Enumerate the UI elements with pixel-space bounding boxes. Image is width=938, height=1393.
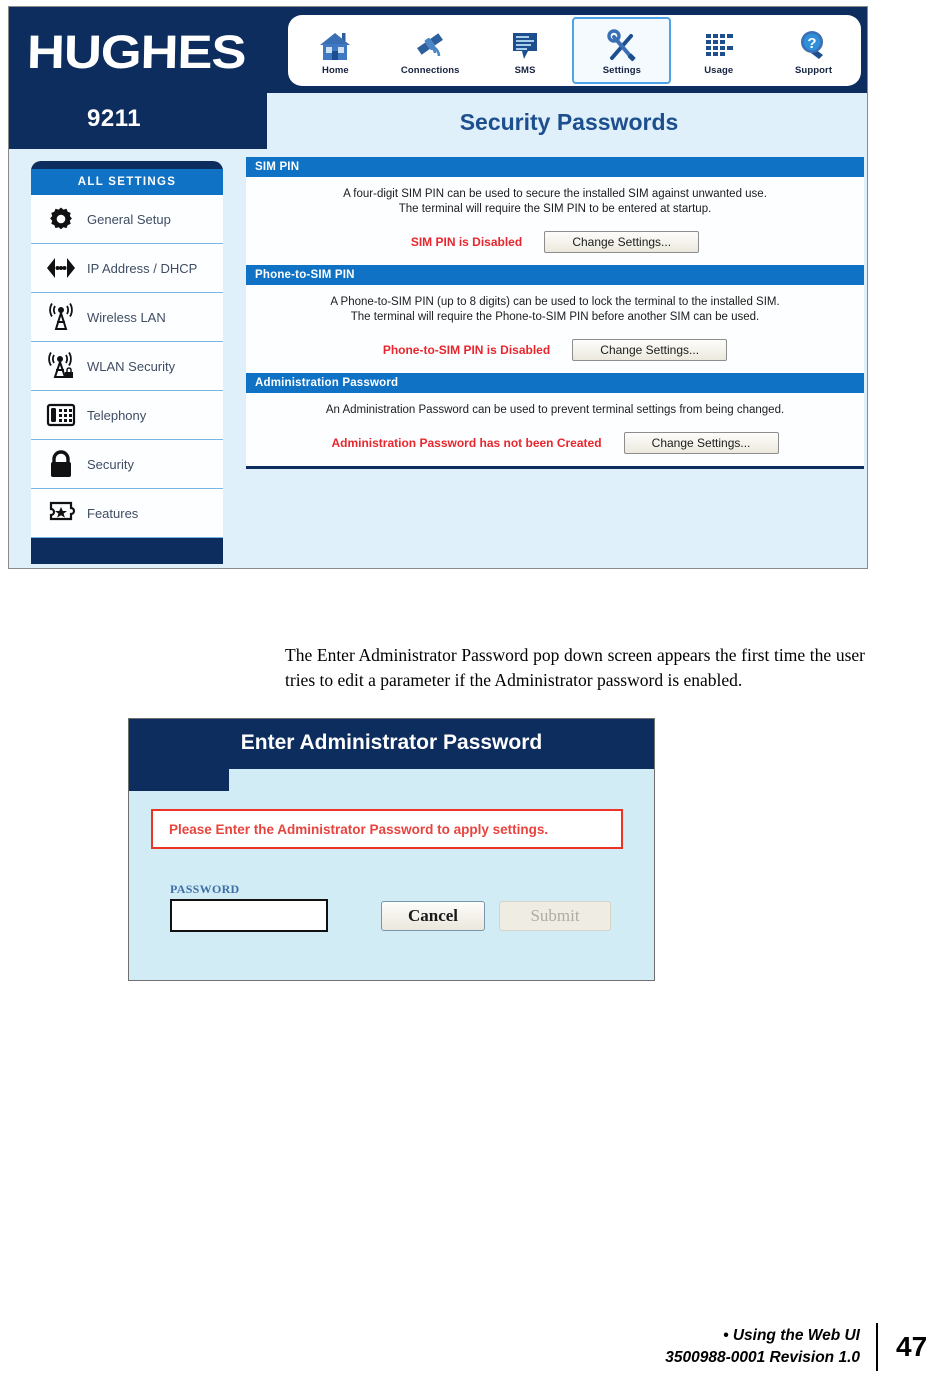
security-settings-panel: SIM PIN A four-digit SIM PIN can be used…: [246, 157, 864, 469]
nav-label-sms: SMS: [514, 65, 536, 76]
section-body-phone-to-sim-pin: A Phone-to-SIM PIN (up to 8 digits) can …: [246, 285, 864, 373]
sidebar-item-security[interactable]: Security: [31, 440, 223, 489]
section-heading-administration-password: Administration Password: [246, 373, 864, 393]
question-magnifier-icon: ?: [797, 25, 831, 63]
section-row-administration-password: Administration Password has not been Cre…: [260, 432, 850, 454]
page-title: Security Passwords: [459, 109, 679, 135]
change-settings-button-sim-pin[interactable]: Change Settings...: [544, 231, 700, 253]
sidebar-label-security: Security: [87, 456, 134, 472]
cancel-button[interactable]: Cancel: [381, 901, 485, 931]
change-settings-button-phone-to-sim-pin[interactable]: Change Settings...: [572, 339, 728, 361]
nav-label-usage: Usage: [704, 65, 734, 76]
settings-sidebar: ALL SETTINGS General Setup IP Address / …: [31, 161, 223, 564]
tools-icon: [605, 25, 639, 63]
footer-line-1: • Using the Web UI: [723, 1327, 860, 1344]
section-desc-line2-sim-pin: The terminal will require the SIM PIN to…: [398, 203, 712, 215]
section-heading-phone-to-sim-pin: Phone-to-SIM PIN: [246, 265, 864, 285]
section-desc-line2-phone-to-sim-pin: The terminal will require the Phone-to-S…: [350, 311, 760, 323]
wifi-tower-lock-icon: [41, 349, 81, 383]
change-settings-button-administration-password[interactable]: Change Settings...: [623, 432, 779, 454]
message-bubble-icon: [508, 25, 542, 63]
hughes-logo: HUGHES: [26, 24, 282, 78]
svg-text:?: ?: [807, 35, 816, 52]
nav-item-connections[interactable]: Connections: [383, 18, 478, 83]
nav-item-support[interactable]: ? Support: [766, 18, 861, 83]
password-field-label: PASSWORD: [170, 882, 240, 896]
dialog-title: Enter Administrator Password: [240, 731, 543, 754]
section-row-sim-pin: SIM PIN is Disabled Change Settings...: [260, 231, 850, 253]
section-desc-line1-administration-password: An Administration Password can be used t…: [325, 404, 785, 416]
section-desc-line1-sim-pin: A four-digit SIM PIN can be used to secu…: [343, 188, 767, 200]
nav-item-usage[interactable]: Usage: [671, 18, 766, 83]
sidebar-label-ip-address-dhcp: IP Address / DHCP: [87, 260, 198, 276]
sidebar-label-telephony: Telephony: [87, 407, 147, 423]
footer-text: • Using the Web UI 3500988-0001 Revision…: [665, 1325, 876, 1369]
padlock-icon: [41, 447, 81, 481]
dialog-header-curve: [129, 769, 654, 791]
desk-phone-icon: [41, 398, 81, 432]
sidebar-item-wlan-security[interactable]: WLAN Security: [31, 342, 223, 391]
section-heading-sim-pin: SIM PIN: [246, 157, 864, 177]
wifi-tower-icon: [41, 300, 81, 334]
house-icon: [318, 25, 352, 63]
nav-item-home[interactable]: Home: [288, 18, 383, 83]
nav-label-connections: Connections: [400, 65, 460, 76]
network-arrows-icon: [41, 251, 81, 285]
sidebar-label-wireless-lan: Wireless LAN: [87, 309, 166, 325]
section-phone-to-sim-pin: Phone-to-SIM PIN A Phone-to-SIM PIN (up …: [246, 265, 864, 373]
page-number: 47: [896, 1331, 928, 1362]
alert-message: Please Enter the Administrator Password …: [169, 821, 549, 837]
satellite-icon: [413, 25, 447, 63]
security-passwords-screenshot: HUGHES Home Connections SMS Settings Usa…: [8, 6, 868, 569]
gear-icon: [41, 202, 81, 236]
section-sim-pin: SIM PIN A four-digit SIM PIN can be used…: [246, 157, 864, 265]
section-administration-password: Administration Password An Administratio…: [246, 373, 864, 466]
footer-line-2: 3500988-0001 Revision 1.0: [665, 1349, 860, 1366]
sidebar-item-ip-address-dhcp[interactable]: IP Address / DHCP: [31, 244, 223, 293]
manual-page: HUGHES Home Connections SMS Settings Usa…: [0, 0, 938, 1393]
nav-item-settings[interactable]: Settings: [572, 17, 672, 84]
hughes-logo-text: HUGHES: [26, 24, 247, 78]
sidebar-title: ALL SETTINGS: [31, 169, 223, 195]
section-desc-line1-phone-to-sim-pin: A Phone-to-SIM PIN (up to 8 digits) can …: [330, 296, 780, 308]
puzzle-star-icon: [41, 496, 81, 530]
sidebar-label-wlan-security: WLAN Security: [87, 358, 176, 374]
section-body-administration-password: An Administration Password can be used t…: [246, 393, 864, 466]
alert-box: Please Enter the Administrator Password …: [151, 809, 623, 849]
page-footer: • Using the Web UI 3500988-0001 Revision…: [0, 1323, 938, 1371]
enter-administrator-password-screenshot: Enter Administrator Password Please Ente…: [128, 718, 655, 981]
model-number: 9211: [87, 105, 142, 132]
section-row-phone-to-sim-pin: Phone-to-SIM PIN is Disabled Change Sett…: [260, 339, 850, 361]
main-navigation: Home Connections SMS Settings Usage ? Su…: [288, 15, 861, 86]
section-body-sim-pin: A four-digit SIM PIN can be used to secu…: [246, 177, 864, 265]
status-badge-phone-to-sim-pin: Phone-to-SIM PIN is Disabled: [382, 343, 551, 357]
sidebar-item-general-setup[interactable]: General Setup: [31, 195, 223, 244]
status-badge-sim-pin: SIM PIN is Disabled: [410, 235, 523, 249]
nav-label-support: Support: [795, 65, 833, 76]
nav-item-sms[interactable]: SMS: [478, 18, 573, 83]
nav-label-settings: Settings: [602, 65, 642, 76]
sidebar-item-features[interactable]: Features: [31, 489, 223, 538]
body-paragraph: The Enter Administrator Password pop dow…: [285, 644, 865, 690]
sidebar-item-telephony[interactable]: Telephony: [31, 391, 223, 440]
grid-bars-icon: [702, 25, 736, 63]
sidebar-item-wireless-lan[interactable]: Wireless LAN: [31, 293, 223, 342]
sidebar-footer: [31, 538, 223, 564]
password-input[interactable]: [170, 899, 328, 932]
sidebar-label-general-setup: General Setup: [87, 211, 171, 227]
submit-button[interactable]: Submit: [499, 901, 611, 931]
status-badge-administration-password: Administration Password has not been Cre…: [331, 436, 602, 450]
nav-label-home: Home: [322, 65, 349, 76]
sidebar-label-features: Features: [87, 505, 139, 521]
